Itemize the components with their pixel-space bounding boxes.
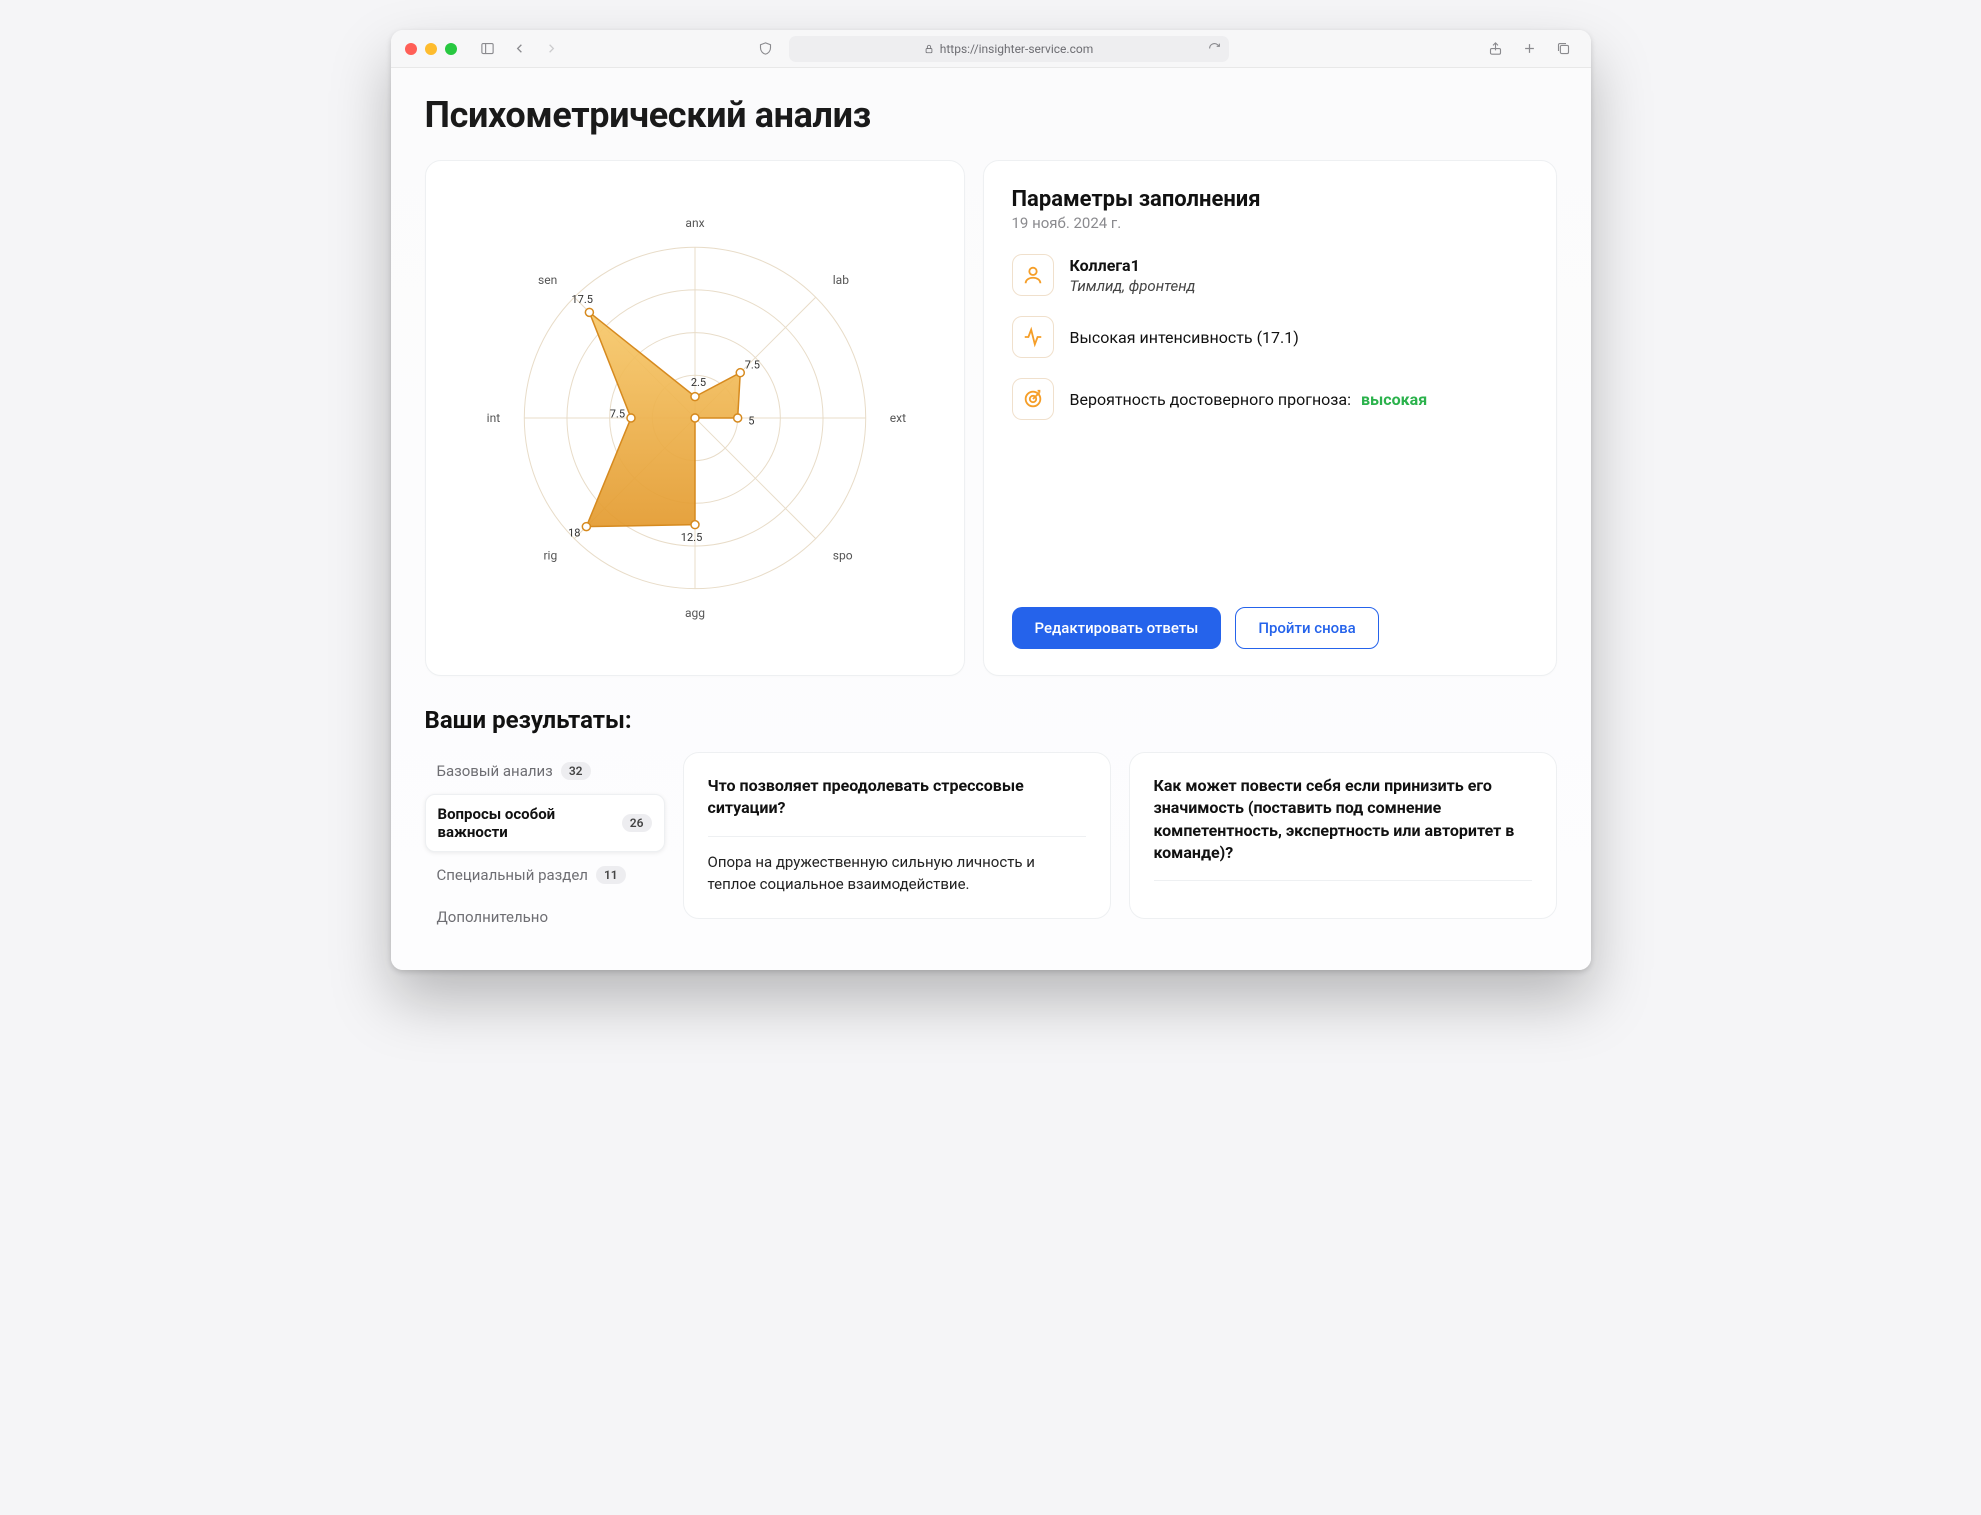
browser-window: https://insighter-service.com Психометри… [391,30,1591,970]
svg-text:sen: sen [538,273,557,287]
page-content: Психометрический анализ 2.5 7.5 5 12.5 18 7.5… [391,68,1591,970]
param-person: Коллега1 Тимлид, фронтенд [1012,254,1528,296]
svg-text:spo: spo [832,549,852,563]
tab-label: Базовый анализ [437,762,553,780]
tab-important-questions[interactable]: Вопросы особой важности 26 [425,794,665,852]
back-button[interactable] [507,36,533,62]
privacy-report-icon[interactable] [753,36,779,62]
result-card: Что позволяет преодолевать стрессовые си… [683,752,1111,919]
tab-label: Вопросы особой важности [438,805,614,841]
person-role: Тимлид, фронтенд [1070,277,1196,295]
svg-text:lab: lab [832,273,848,287]
tab-special-section[interactable]: Специальный раздел 11 [425,856,665,894]
intensity-text: Высокая интенсивность (17.1) [1070,328,1299,347]
tab-count: 32 [561,762,591,780]
minimize-window-button[interactable] [425,43,437,55]
target-icon [1012,378,1054,420]
tab-count: 11 [596,866,626,884]
svg-text:2.5: 2.5 [690,376,705,389]
lock-icon [924,44,934,54]
new-tab-icon[interactable] [1517,36,1543,62]
close-window-button[interactable] [405,43,417,55]
svg-text:18: 18 [568,527,580,540]
svg-text:agg: agg [684,606,704,620]
tab-label: Специальный раздел [437,866,588,884]
activity-icon [1012,316,1054,358]
param-intensity: Высокая интенсивность (17.1) [1012,316,1528,358]
svg-text:17.5: 17.5 [571,293,593,306]
person-icon [1012,254,1054,296]
forward-button[interactable] [539,36,565,62]
result-answer: Опора на дружественную сильную личность … [708,851,1086,896]
radar-chart: 2.5 7.5 5 12.5 18 7.5 17.5 anx lab ext spo agg rig in… [454,187,936,649]
maximize-window-button[interactable] [445,43,457,55]
svg-text:7.5: 7.5 [609,407,624,420]
probability-value: высокая [1361,390,1427,409]
results-heading: Ваши результаты: [425,706,1557,734]
edit-answers-button[interactable]: Редактировать ответы [1012,607,1222,649]
tab-label: Дополнительно [437,908,549,926]
window-controls [405,43,457,55]
parameters-card: Параметры заполнения 19 нояб. 2024 г. Ко… [983,160,1557,676]
probability-label: Вероятность достоверного прогноза: [1070,390,1352,409]
tabs-overview-icon[interactable] [1551,36,1577,62]
retry-button[interactable]: Пройти снова [1235,607,1378,649]
radar-chart-card: 2.5 7.5 5 12.5 18 7.5 17.5 anx lab ext spo agg rig in… [425,160,965,676]
person-name: Коллега1 [1070,256,1196,275]
page-title: Психометрический анализ [425,94,1557,136]
titlebar: https://insighter-service.com [391,30,1591,68]
results-tabs: Базовый анализ 32 Вопросы особой важност… [425,752,665,940]
parameters-heading: Параметры заполнения [1012,187,1528,212]
svg-text:12.5: 12.5 [680,531,702,544]
address-bar-url: https://insighter-service.com [940,42,1093,56]
parameters-date: 19 нояб. 2024 г. [1012,214,1528,232]
tab-additional[interactable]: Дополнительно [425,898,665,936]
address-bar[interactable]: https://insighter-service.com [789,36,1229,62]
param-probability: Вероятность достоверного прогноза: высок… [1012,378,1528,420]
svg-text:ext: ext [889,411,905,425]
sidebar-toggle-icon[interactable] [475,36,501,62]
svg-text:anx: anx [685,216,704,230]
svg-text:5: 5 [748,414,754,427]
result-card: Как может повести себя если принизить ег… [1129,752,1557,919]
tab-basic-analysis[interactable]: Базовый анализ 32 [425,752,665,790]
share-icon[interactable] [1483,36,1509,62]
result-question: Что позволяет преодолевать стрессовые си… [708,775,1086,837]
reload-icon[interactable] [1208,42,1221,55]
svg-text:int: int [486,411,500,425]
tab-count: 26 [622,814,652,832]
result-question: Как может повести себя если принизить ег… [1154,775,1532,882]
svg-text:rig: rig [543,549,557,563]
svg-text:7.5: 7.5 [744,358,759,371]
